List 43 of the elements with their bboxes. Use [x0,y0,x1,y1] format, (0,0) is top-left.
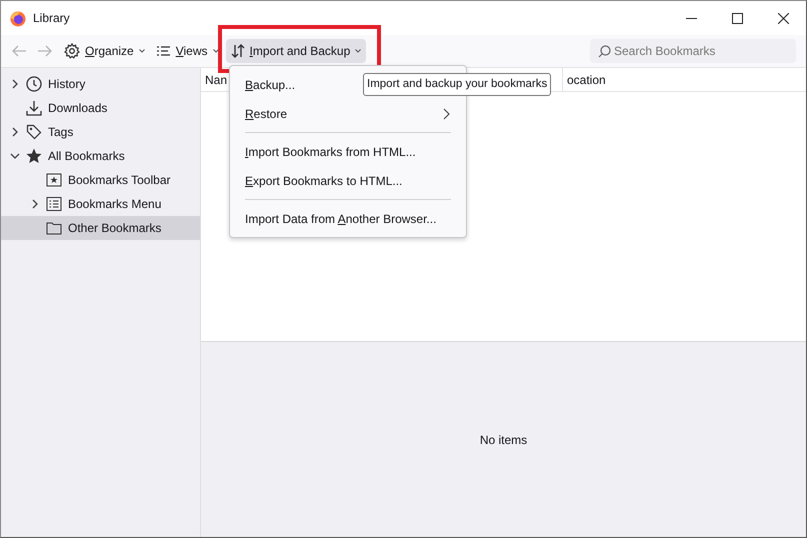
caret-icon [138,49,145,53]
sidebar-item[interactable]: Downloads [1,96,200,120]
toolbar-icon [46,172,62,188]
gear-icon [64,43,80,59]
clock-icon [26,76,42,92]
menu-item[interactable]: Export Bookmarks to HTML... [230,166,466,195]
chevron-right-icon[interactable] [10,127,20,137]
firefox-logo-icon [10,10,26,27]
sort-arrows-icon [230,44,245,58]
tooltip: Import and backup your bookmarks [363,73,552,96]
window-title: Library [33,10,70,27]
list-icon [156,45,171,57]
menu-item[interactable]: Import Bookmarks from HTML... [230,137,466,166]
folder-icon [46,220,62,236]
chevron-right-icon [443,108,450,120]
menu-item[interactable]: Restore [230,99,466,128]
search-field[interactable]: Search Bookmarks [590,39,796,63]
menu-item[interactable]: Import Data from Another Browser... [230,204,466,233]
sidebar-item[interactable]: History [1,72,200,96]
star-icon [26,148,42,164]
menu-list-icon [46,196,62,212]
forward-arrow-icon [37,43,53,59]
caret-icon [212,49,219,53]
organize-menu-button[interactable]: Organize [59,39,150,63]
chevron-right-icon[interactable] [10,79,20,89]
search-icon [598,45,611,58]
sidebar-item[interactable]: All Bookmarks [1,144,200,168]
sidebar-item[interactable]: Bookmarks Toolbar [1,168,200,192]
download-icon [26,100,42,116]
tag-icon [26,124,42,140]
chevron-right-icon[interactable] [30,199,40,209]
views-menu-button[interactable]: Views [152,39,224,63]
empty-message: No items [480,432,528,448]
caret-icon [355,49,362,53]
sidebar-item[interactable]: Bookmarks Menu [1,192,200,216]
maximize-icon [732,12,742,24]
chevron-down-icon[interactable] [10,151,20,161]
import-backup-button[interactable]: Import and Backup [226,39,366,63]
column-header[interactable]: ocation [563,68,606,91]
close-icon [778,12,788,24]
back-arrow-icon [11,43,27,59]
sidebar-item[interactable]: Tags [1,120,200,144]
sidebar-item[interactable]: Other Bookmarks [1,216,200,240]
